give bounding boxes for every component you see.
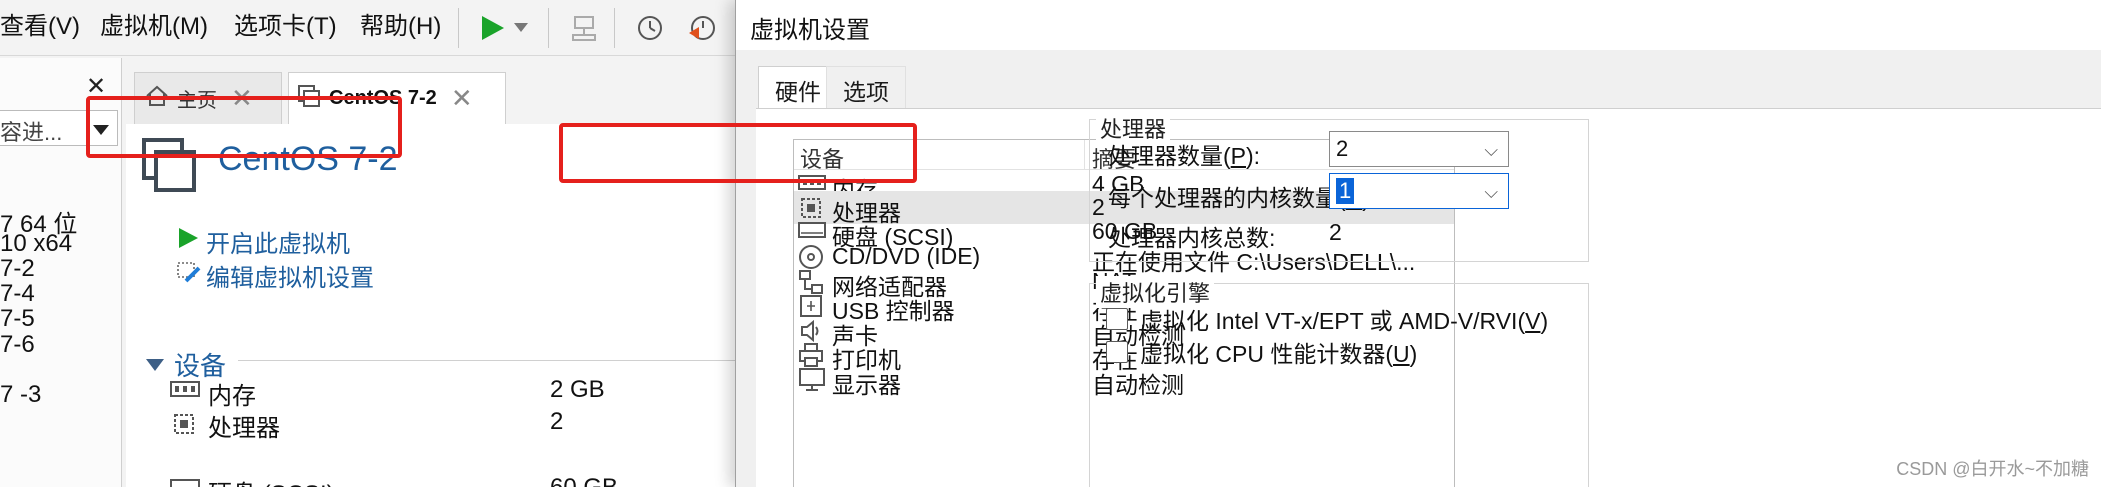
device-row-processor[interactable]: 处理器 2	[170, 408, 730, 442]
power-on-link[interactable]: 开启此虚拟机	[176, 224, 350, 259]
play-icon	[176, 226, 200, 257]
close-icon[interactable]: ✕	[86, 72, 106, 101]
dialog-titlebar: 虚拟机设置	[736, 0, 2101, 50]
power-on-label: 开启此虚拟机	[206, 231, 350, 258]
chevron-down-icon[interactable]	[93, 125, 109, 135]
processor-count-select[interactable]: 2 ⌵	[1329, 131, 1509, 167]
library-search-placeholder: 容进...	[0, 120, 63, 145]
chevron-down-icon: ⌵	[1484, 140, 1498, 160]
library-item[interactable]: 7-2	[0, 255, 35, 283]
vm-tab-strip: 主页 ✕ CentOS 7-2 ✕	[126, 72, 760, 124]
close-tab-icon[interactable]: ✕	[451, 83, 473, 114]
vm-large-icon	[140, 136, 200, 201]
menu-help[interactable]: 帮助(H)	[360, 12, 441, 42]
dialog-title: 虚拟机设置	[750, 17, 870, 44]
disk-icon	[170, 476, 200, 487]
chevron-down-icon: ⌵	[1484, 182, 1498, 202]
vt-x-checkbox[interactable]	[1106, 308, 1128, 330]
tab-centos-7-2[interactable]: CentOS 7-2 ✕	[288, 72, 506, 124]
hardware-name: 显示器	[832, 372, 901, 398]
library-item[interactable]: 7-5	[0, 305, 35, 333]
device-name: 硬盘 (SCSI)	[208, 474, 335, 487]
toolbar-separator	[548, 8, 549, 48]
snapshot-icon[interactable]	[632, 10, 668, 46]
device-value: 60 GB	[550, 474, 618, 487]
revert-snapshot-icon[interactable]	[684, 10, 720, 46]
menu-vm[interactable]: 虚拟机(M)	[100, 12, 208, 42]
hardware-panel: 设备 摘要 内存 4 GB 处理器 2 硬盘 (SCSI) 60 GB CD/D…	[756, 108, 2101, 487]
toolbar-separator	[458, 8, 459, 48]
memory-icon	[170, 378, 200, 409]
processor-count-value: 2	[1336, 136, 1349, 161]
edit-settings-label: 编辑虚拟机设置	[206, 265, 374, 292]
close-tab-icon[interactable]: ✕	[231, 83, 253, 114]
cpu-counters-option[interactable]: 虚拟化 CPU 性能计数器(U)	[1106, 335, 1417, 369]
library-panel: ✕ 容进... 7 64 位 10 x64 7-2 7-4 7-5 7-6 7 …	[0, 58, 122, 487]
menu-tabs[interactable]: 选项卡(T)	[234, 12, 337, 42]
library-item[interactable]: 7-6	[0, 331, 35, 359]
processor-count-label: 处理器数量(P):	[1108, 143, 1261, 169]
column-divider	[1084, 140, 1085, 170]
device-name: 内存	[208, 383, 256, 410]
cpu-counters-label: 虚拟化 CPU 性能计数器(U)	[1140, 341, 1418, 367]
library-item[interactable]: 7-4	[0, 280, 35, 308]
tab-options[interactable]: 选项	[826, 66, 906, 108]
cpu-icon	[170, 410, 198, 445]
menu-view[interactable]: 查看(V)	[0, 12, 80, 42]
vm-settings-dialog: 虚拟机设置 硬件 选项 设备 摘要 内存 4 GB 处理器 2 硬盘 (SCSI	[559, 0, 2101, 487]
total-cores-value: 2	[1329, 219, 1342, 245]
toolbar-separator	[614, 8, 615, 48]
library-item[interactable]: 10 x64	[0, 230, 72, 258]
vm-title: CentOS 7-2	[218, 140, 398, 178]
vt-x-option[interactable]: 虚拟化 Intel VT-x/EPT 或 AMD-V/RVI(V)	[1106, 302, 1548, 336]
device-row-memory[interactable]: 内存 2 GB	[170, 376, 730, 410]
vt-x-label: 虚拟化 Intel VT-x/EPT 或 AMD-V/RVI(V)	[1140, 308, 1549, 334]
tab-centos-label: CentOS 7-2	[329, 87, 437, 109]
vmware-main-window: 查看(V) 虚拟机(M) 选项卡(T) 帮助(H) ✕ 容进... 7 64 位…	[0, 0, 760, 487]
section-divider	[238, 360, 738, 361]
play-icon[interactable]	[474, 10, 510, 46]
watermark: CSDN @白开水~不加糖	[1896, 459, 2089, 479]
monitor-icon	[798, 367, 826, 399]
tab-home-label: 主页	[177, 90, 217, 112]
home-icon	[145, 84, 169, 113]
device-value: 2	[550, 408, 564, 435]
cpu-counters-checkbox[interactable]	[1106, 341, 1128, 363]
library-search-input[interactable]: 容进...	[0, 110, 118, 146]
cores-per-processor-value: 1	[1336, 178, 1355, 204]
tab-home[interactable]: 主页 ✕	[134, 72, 282, 124]
play-dropdown-icon[interactable]	[510, 10, 532, 46]
device-name: 处理器	[208, 415, 280, 442]
edit-settings-link[interactable]: 编辑虚拟机设置	[176, 258, 374, 293]
collapse-triangle-icon	[146, 349, 164, 380]
send-keys-icon[interactable]	[566, 10, 602, 46]
edit-settings-icon	[176, 259, 202, 292]
menubar: 查看(V) 虚拟机(M) 选项卡(T) 帮助(H)	[0, 0, 760, 56]
cores-per-processor-select[interactable]: 1 ⌵	[1329, 173, 1509, 209]
total-cores-label: 处理器内核总数:	[1108, 225, 1276, 251]
device-row-disk[interactable]: 硬盘 (SCSI) 60 GB	[170, 474, 730, 487]
vm-icon	[297, 84, 321, 113]
device-value: 2 GB	[550, 376, 605, 403]
library-item[interactable]: 7 -3	[0, 381, 41, 409]
vm-summary-page: CentOS 7-2 开启此虚拟机 编辑虚拟机设置 设备 内存 2 GB 处理器…	[126, 124, 760, 487]
